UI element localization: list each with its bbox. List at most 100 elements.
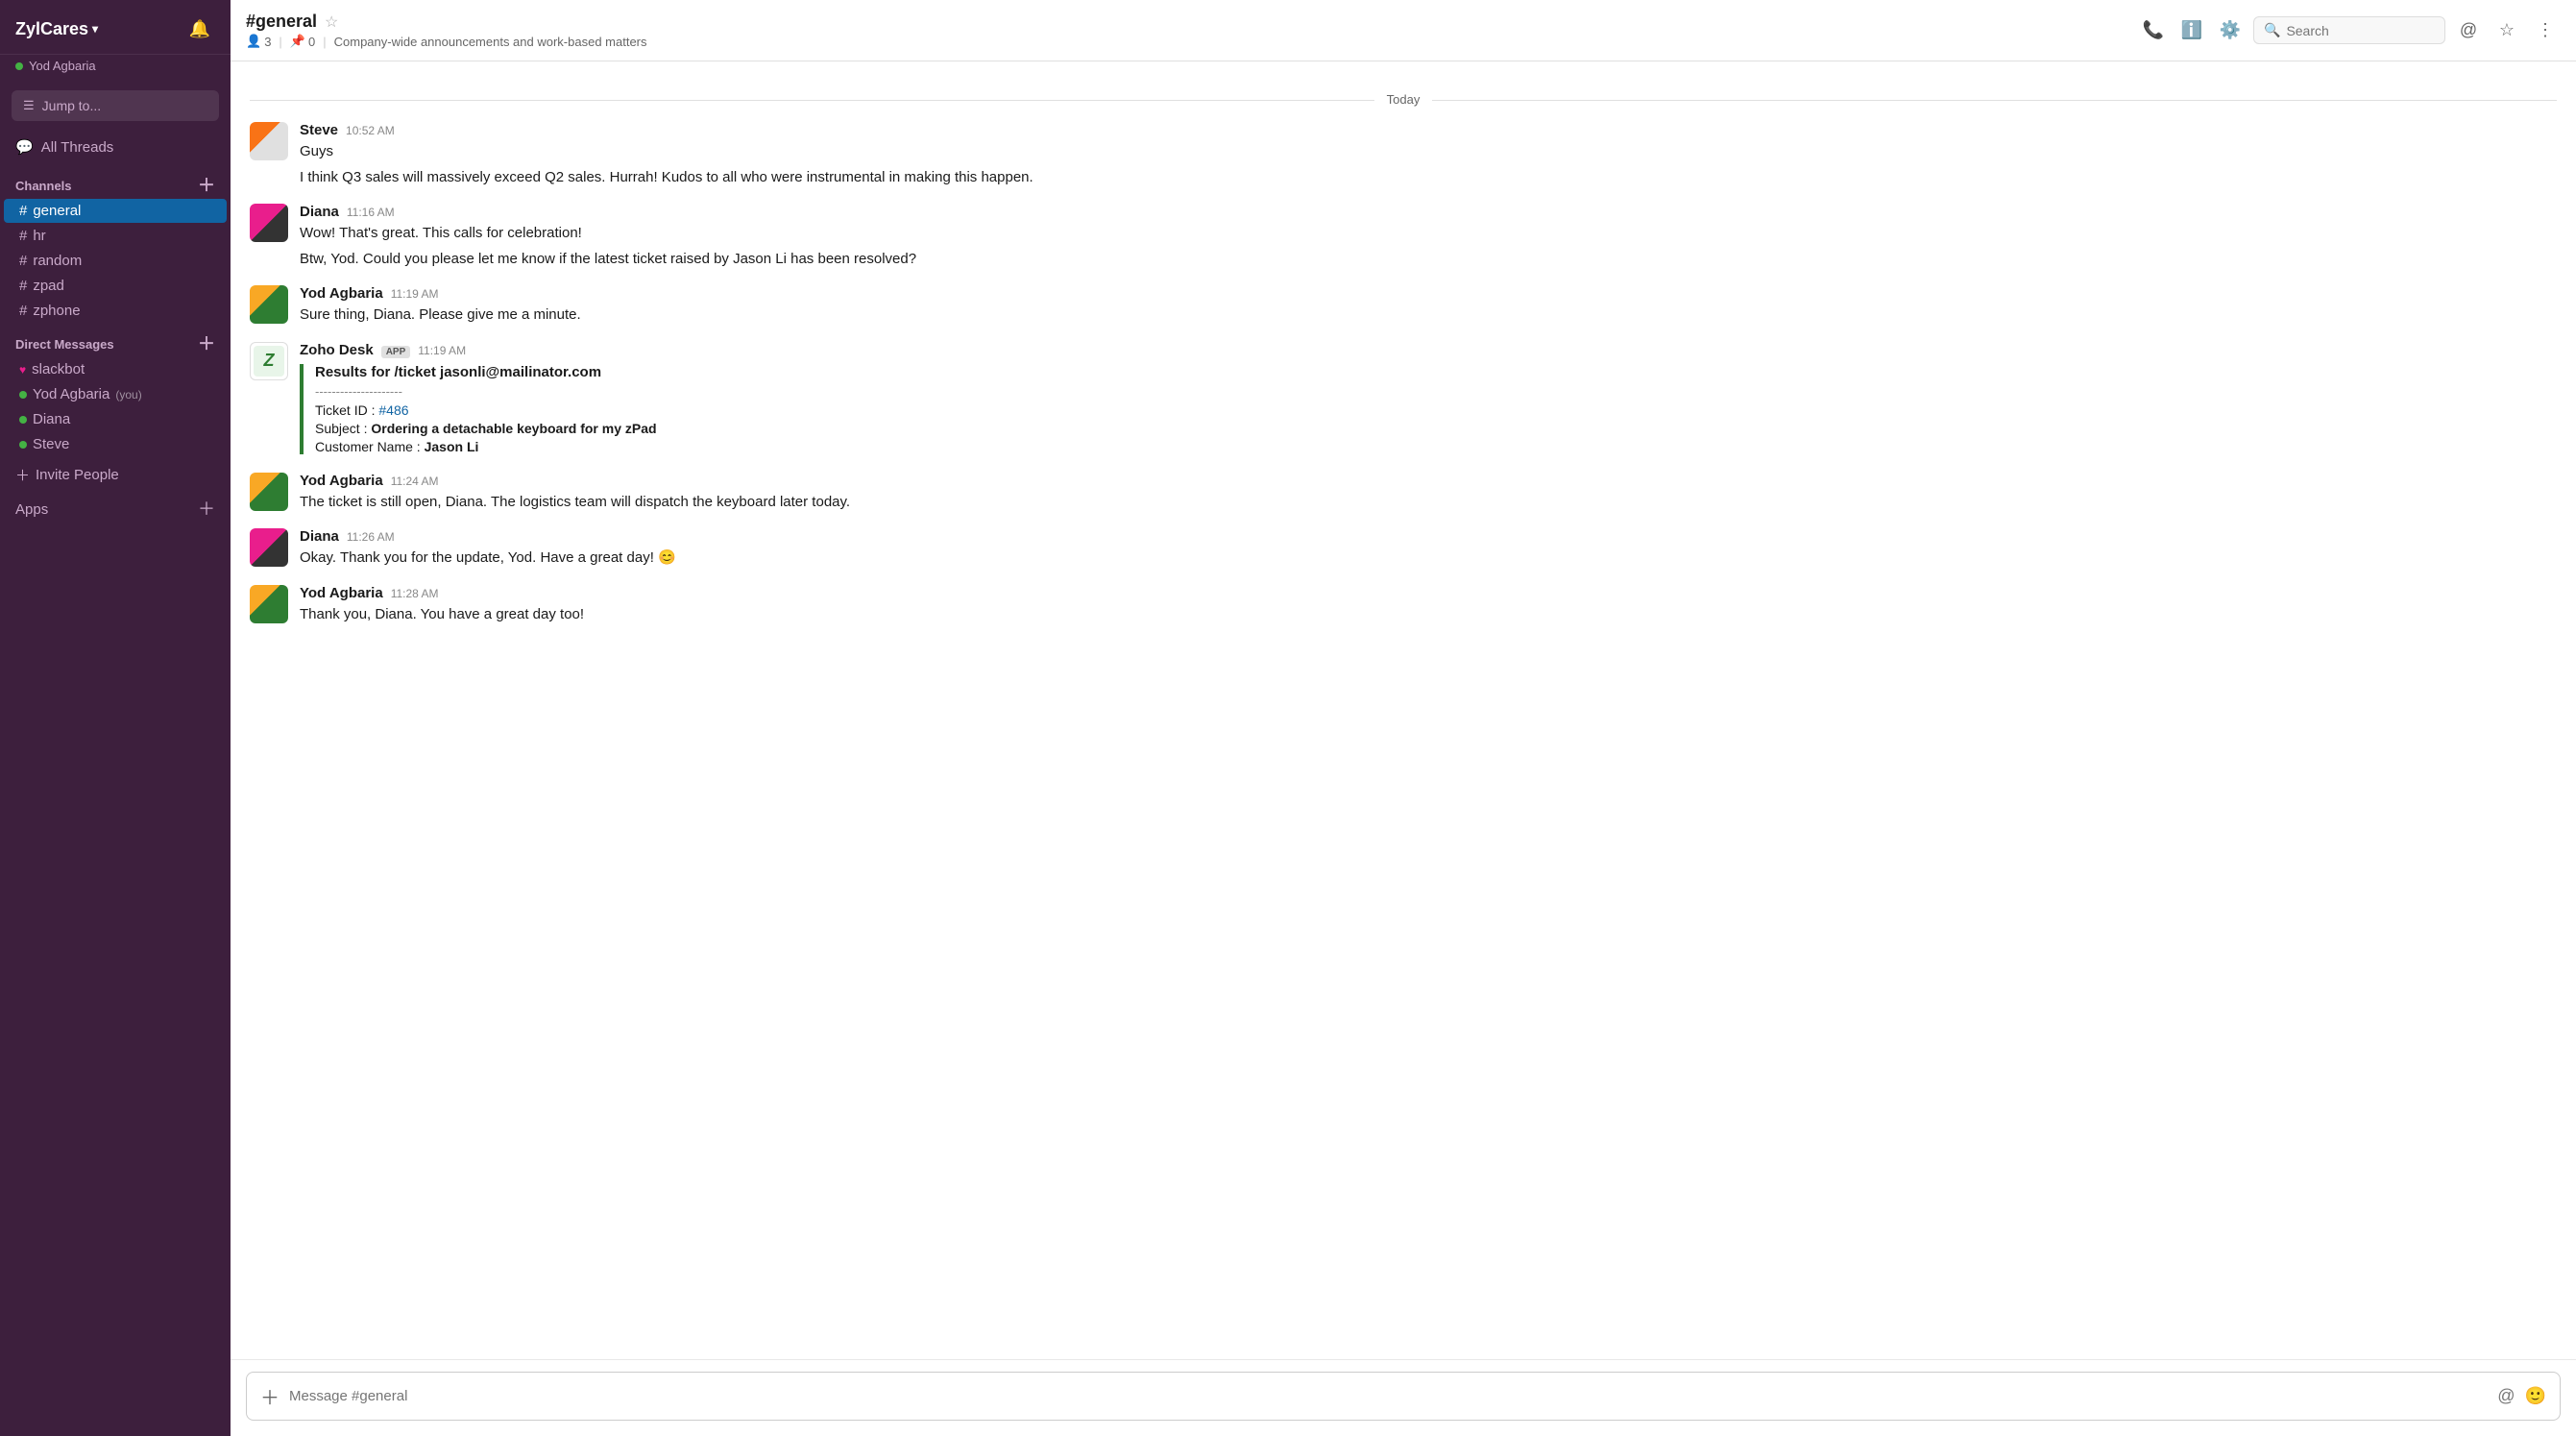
emoji-icon[interactable]: 🙂 (2525, 1386, 2546, 1406)
timestamp-diana-2: 11:26 AM (347, 530, 395, 544)
sidebar-item-zphone[interactable]: # zphone (4, 299, 227, 323)
search-input[interactable] (2286, 23, 2420, 38)
channel-hash-icon: # (19, 278, 27, 294)
channel-name-hr: hr (33, 228, 45, 244)
timestamp-yod-3: 11:28 AM (391, 587, 439, 600)
avatar-yod-3 (250, 585, 288, 623)
date-divider: Today (250, 92, 2557, 107)
message-input[interactable] (289, 1388, 2488, 1404)
channel-name-random: random (33, 253, 82, 269)
message-header-yod-2: Yod Agbaria 11:24 AM (300, 473, 2557, 489)
sender-steve: Steve (300, 122, 338, 138)
sender-diana-1: Diana (300, 204, 339, 220)
message-header-zoho: Zoho Desk APP 11:19 AM (300, 342, 2557, 358)
channel-header: #general ☆ 👤 3 | 📌 0 | Company-wide anno… (231, 0, 2576, 61)
avatar-yod-1 (250, 285, 288, 324)
notifications-bell-icon[interactable]: 🔔 (184, 13, 215, 44)
timestamp-yod-1: 11:19 AM (391, 287, 439, 301)
sender-yod-2: Yod Agbaria (300, 473, 383, 489)
invite-people-label: Invite People (36, 467, 119, 483)
settings-icon-button[interactable]: ⚙️ (2215, 15, 2246, 46)
main-content: #general ☆ 👤 3 | 📌 0 | Company-wide anno… (231, 0, 2576, 1436)
members-icon: 👤 (246, 34, 261, 49)
dm-yod-agbaria[interactable]: Yod Agbaria (you) (4, 382, 227, 406)
header-actions: 📞 ℹ️ ⚙️ 🔍 @ ☆ ⋮ (2138, 15, 2561, 46)
message-header-steve: Steve 10:52 AM (300, 122, 2557, 138)
desk-customer-value: Jason Li (425, 439, 479, 454)
sidebar-item-hr[interactable]: # hr (4, 224, 227, 248)
sidebar-item-random[interactable]: # random (4, 249, 227, 273)
sidebar-item-general[interactable]: # general (4, 199, 227, 223)
ticket-id-link[interactable]: #486 (378, 402, 408, 418)
dm-status-dot-yod (19, 391, 27, 399)
zoho-z-icon: Z (264, 351, 275, 371)
at-icon-button[interactable]: @ (2453, 15, 2484, 46)
desk-ticket-id: Ticket ID : #486 (315, 402, 2557, 418)
sidebar: ZylCares ▾ 🔔 Yod Agbaria ☰ Jump to... 💬 … (0, 0, 231, 1436)
input-plus-icon[interactable]: ＋ (260, 1382, 279, 1410)
threads-icon: 💬 (15, 138, 34, 156)
search-icon: 🔍 (2264, 22, 2280, 38)
channel-hash-icon: # (19, 253, 27, 269)
add-dm-button[interactable]: ＋ (198, 335, 215, 353)
date-label: Today (1387, 92, 1421, 107)
avatar-diana-2 (250, 528, 288, 567)
channel-name-general: general (33, 203, 81, 219)
meta-divider-1: | (279, 35, 281, 49)
message-group-steve: Steve 10:52 AM Guys I think Q3 sales wil… (250, 122, 2557, 188)
message-group-diana-1: Diana 11:16 AM Wow! That's great. This c… (250, 204, 2557, 270)
dm-diana[interactable]: Diana (4, 407, 227, 431)
workspace-name-text: ZylCares (15, 19, 88, 39)
star-icon[interactable]: ☆ (325, 12, 338, 32)
sidebar-header: ZylCares ▾ 🔔 (0, 0, 231, 55)
diana-line1: Wow! That's great. This calls for celebr… (300, 223, 2557, 245)
user-status: Yod Agbaria (0, 55, 231, 83)
diana-line3: Okay. Thank you for the update, Yod. Hav… (300, 548, 2557, 570)
desk-divider: --------------------- (315, 384, 2557, 399)
channel-name-zphone: zphone (33, 303, 80, 319)
dm-name-diana: Diana (33, 411, 70, 427)
avatar-diana-1 (250, 204, 288, 242)
members-count: 👤 3 (246, 34, 271, 49)
avatar-yod-2 (250, 473, 288, 511)
dm-status-dot-steve (19, 441, 27, 449)
user-name: Yod Agbaria (29, 59, 96, 73)
call-icon-button[interactable]: 📞 (2138, 15, 2169, 46)
invite-people-button[interactable]: ＋ Invite People (0, 457, 231, 493)
channel-hash-icon: # (19, 228, 27, 244)
message-content-steve: Steve 10:52 AM Guys I think Q3 sales wil… (300, 122, 2557, 188)
desk-subject-value: Ordering a detachable keyboard for my zP… (371, 421, 656, 436)
all-threads-label: All Threads (41, 139, 114, 156)
search-box[interactable]: 🔍 (2253, 16, 2445, 44)
sender-yod-3: Yod Agbaria (300, 585, 383, 601)
message-header-diana-2: Diana 11:26 AM (300, 528, 2557, 545)
more-options-button[interactable]: ⋮ (2530, 15, 2561, 46)
message-group-diana-2: Diana 11:26 AM Okay. Thank you for the u… (250, 528, 2557, 570)
desk-customer: Customer Name : Jason Li (315, 439, 2557, 454)
message-content-diana-1: Diana 11:16 AM Wow! That's great. This c… (300, 204, 2557, 270)
message-group-zoho: Z Zoho Desk APP 11:19 AM Results for /ti… (250, 342, 2557, 457)
zoho-avatar-inner: Z (254, 346, 284, 377)
dm-steve[interactable]: Steve (4, 432, 227, 456)
jump-to-button[interactable]: ☰ Jump to... (12, 90, 219, 121)
apps-section: Apps ＋ (0, 493, 231, 522)
at-mention-icon[interactable]: @ (2497, 1386, 2515, 1406)
sidebar-item-zpad[interactable]: # zpad (4, 274, 227, 298)
add-channel-button[interactable]: ＋ (198, 177, 215, 194)
channel-meta: 👤 3 | 📌 0 | Company-wide announcements a… (246, 34, 2126, 49)
all-threads-item[interactable]: 💬 All Threads (0, 129, 231, 165)
add-apps-button[interactable]: ＋ (198, 500, 215, 518)
jump-to-icon: ☰ (23, 98, 35, 113)
workspace-name[interactable]: ZylCares ▾ (15, 19, 98, 39)
sender-zoho: Zoho Desk (300, 342, 374, 358)
dm-slackbot[interactable]: ♥ slackbot (4, 357, 227, 381)
dm-name-slackbot: slackbot (32, 361, 85, 377)
channel-title-row: #general ☆ (246, 12, 2126, 32)
you-label: (you) (115, 388, 141, 402)
message-input-area: ＋ @ 🙂 (231, 1359, 2576, 1436)
star-channel-button[interactable]: ☆ (2491, 15, 2522, 46)
message-content-diana-2: Diana 11:26 AM Okay. Thank you for the u… (300, 528, 2557, 570)
info-icon-button[interactable]: ℹ️ (2176, 15, 2207, 46)
app-badge: APP (381, 346, 411, 358)
channels-section-header: Channels ＋ (0, 165, 231, 198)
